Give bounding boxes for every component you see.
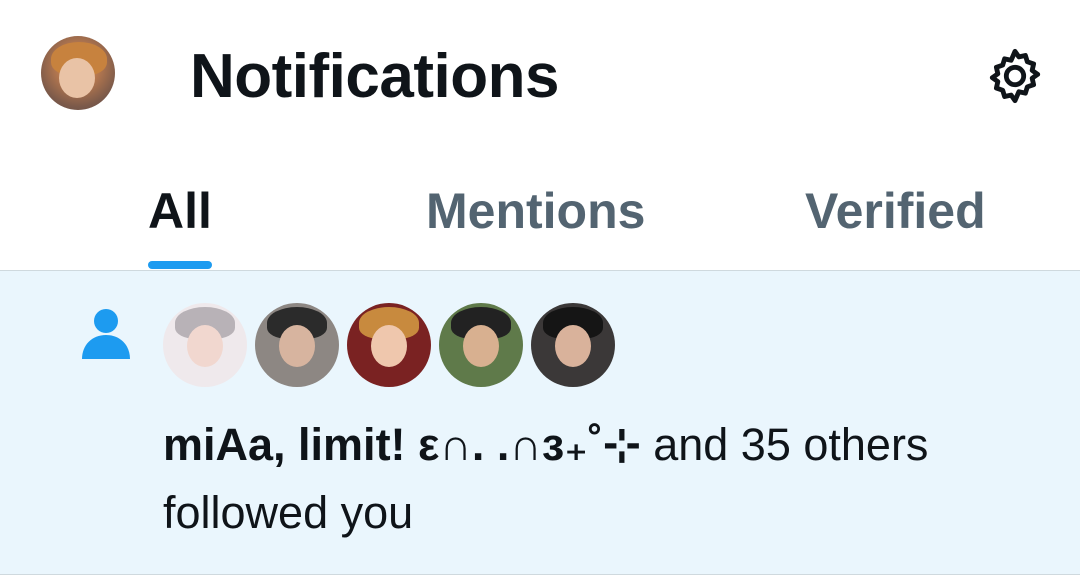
top-bar: Notifications bbox=[0, 0, 1080, 150]
notification-text: miAa, limit! ε∩. .∩з₊˚⊹ and 35 others fo… bbox=[163, 411, 1043, 547]
follower-names[interactable]: miAa, limit! ε∩. .∩з₊˚⊹ bbox=[163, 419, 641, 470]
notification-tabs: All Mentions Verified bbox=[0, 150, 1080, 270]
follower-avatar[interactable] bbox=[531, 303, 615, 387]
tab-all[interactable]: All bbox=[148, 180, 212, 242]
follower-avatar[interactable] bbox=[347, 303, 431, 387]
page-title: Notifications bbox=[190, 42, 559, 111]
follow-notification[interactable]: miAa, limit! ε∩. .∩з₊˚⊹ and 35 others fo… bbox=[0, 270, 1080, 575]
person-icon bbox=[82, 309, 130, 359]
tab-verified[interactable]: Verified bbox=[805, 180, 986, 242]
active-tab-indicator bbox=[148, 261, 212, 269]
follower-avatar[interactable] bbox=[439, 303, 523, 387]
tab-mentions[interactable]: Mentions bbox=[426, 180, 645, 242]
user-avatar[interactable] bbox=[41, 36, 115, 110]
gear-icon[interactable] bbox=[986, 47, 1044, 105]
follower-avatar[interactable] bbox=[255, 303, 339, 387]
follower-avatar[interactable] bbox=[163, 303, 247, 387]
